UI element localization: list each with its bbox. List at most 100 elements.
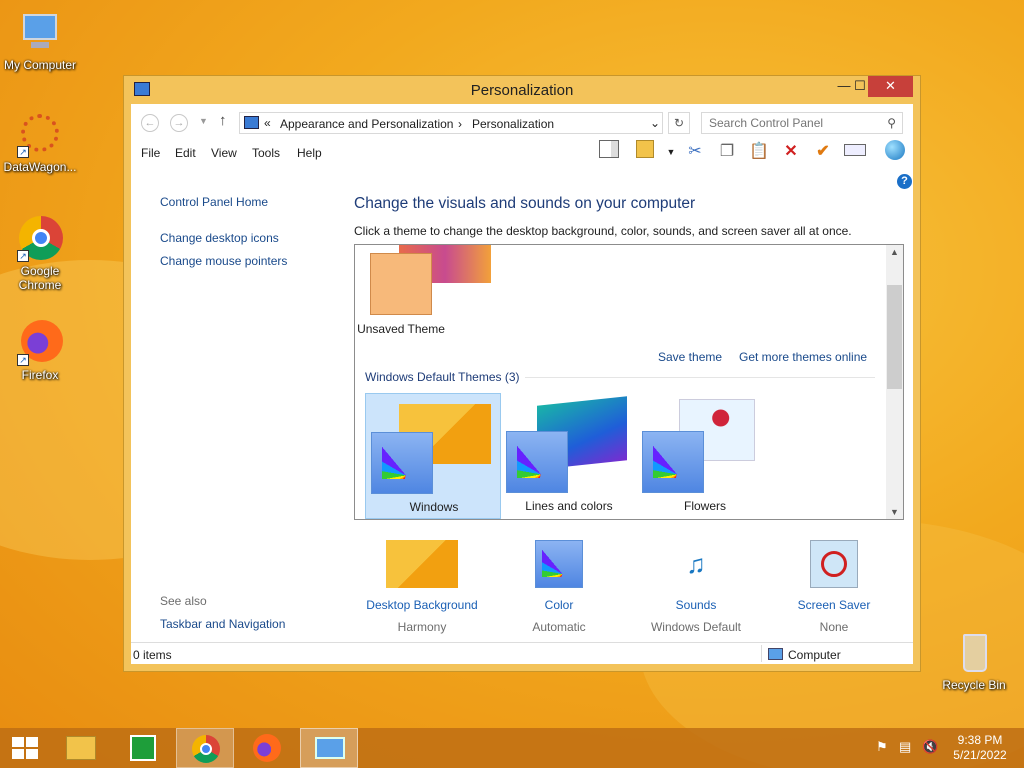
- theme-gallery: Unsaved Theme Save theme Get more themes…: [354, 244, 904, 520]
- setting-value: Harmony: [397, 620, 447, 634]
- screen-saver-setting[interactable]: Screen Saver None: [774, 540, 894, 634]
- clock[interactable]: 9:38 PM 5/21/2022: [950, 733, 1010, 763]
- up-icon[interactable]: ↑: [219, 112, 227, 129]
- globe-icon[interactable]: [883, 140, 907, 164]
- control-panel-home-link[interactable]: Control Panel Home: [160, 195, 268, 209]
- windows-logo-icon: [12, 737, 38, 759]
- address-dropdown-icon[interactable]: ⌄: [650, 116, 660, 130]
- forward-button[interactable]: →: [170, 114, 188, 132]
- theme-flowers[interactable]: Flowers: [637, 393, 773, 519]
- get-more-themes-link[interactable]: Get more themes online: [739, 350, 867, 364]
- back-button[interactable]: ←: [141, 114, 159, 132]
- control-panel-icon: [315, 737, 345, 759]
- firefox-icon: [253, 734, 281, 762]
- taskbar-firefox[interactable]: [238, 728, 296, 768]
- desktop-icon-my-computer[interactable]: My Computer: [0, 10, 80, 72]
- scroll-thumb[interactable]: [887, 285, 902, 389]
- network-icon[interactable]: ▤: [899, 739, 911, 755]
- recent-pages-icon[interactable]: ▼: [199, 116, 208, 126]
- desktop-icon-firefox[interactable]: ↗ Firefox: [0, 320, 80, 382]
- cut-icon[interactable]: ✂: [683, 140, 707, 164]
- clock-time: 9:38 PM: [957, 733, 1003, 747]
- properties-icon[interactable]: ✔: [811, 140, 835, 164]
- desktop-icon-recycle-bin[interactable]: Recycle Bin: [934, 630, 1014, 692]
- setting-value: Automatic: [532, 620, 586, 634]
- search-input[interactable]: [702, 113, 872, 133]
- store-icon: [130, 735, 156, 761]
- copy-icon[interactable]: ❐: [715, 140, 739, 164]
- theme-group-heading: Windows Default Themes (3): [365, 370, 520, 384]
- scroll-up-icon[interactable]: ▲: [890, 247, 899, 257]
- search-field[interactable]: ⚲: [701, 112, 903, 134]
- folder-icon[interactable]: [633, 140, 657, 164]
- breadcrumb-appearance[interactable]: Appearance and Personalization: [280, 117, 453, 131]
- scroll-down-icon[interactable]: ▼: [890, 507, 899, 517]
- menu-help[interactable]: Help: [297, 146, 322, 160]
- item-count: 0 items: [133, 648, 172, 662]
- desktop-icon-label: Google Chrome: [18, 264, 62, 292]
- datawagon-icon: ↗: [17, 112, 63, 158]
- rename-icon[interactable]: [843, 140, 867, 164]
- search-icon[interactable]: ⚲: [887, 116, 896, 130]
- address-toolbar: ← → ▼ ↑ « Appearance and Personalization…: [131, 104, 913, 140]
- window-title: Personalization: [470, 82, 574, 99]
- desktop-icon-chrome[interactable]: ↗ Google Chrome: [0, 216, 80, 292]
- desktop-background-setting[interactable]: Desktop Background Harmony: [362, 540, 482, 634]
- screen-saver-icon: [810, 540, 858, 588]
- see-also-heading: See also: [160, 594, 207, 608]
- taskbar-chrome[interactable]: [176, 728, 234, 768]
- menu-tools[interactable]: Tools: [252, 146, 280, 160]
- menu-edit[interactable]: Edit: [175, 146, 196, 160]
- status-divider: [761, 645, 762, 662]
- page-subtitle: Click a theme to change the desktop back…: [354, 224, 852, 238]
- volume-muted-icon[interactable]: 🔇: [922, 739, 938, 755]
- desktop-icon-label: My Computer: [3, 58, 77, 72]
- desktop-icon-datawagon[interactable]: ↗ DataWagon...: [0, 112, 80, 174]
- sounds-icon: ♫: [686, 549, 706, 579]
- close-button[interactable]: ✕: [868, 76, 913, 97]
- vertical-scrollbar[interactable]: ▲ ▼: [886, 245, 903, 519]
- personalization-window: Personalization — ☐ ✕ ← → ▼ ↑ « Appearan…: [123, 75, 921, 672]
- theme-lines-and-colors[interactable]: Lines and colors: [501, 393, 637, 519]
- refresh-icon[interactable]: ↻: [668, 112, 690, 134]
- start-button[interactable]: [0, 728, 58, 768]
- computer-icon: [17, 10, 63, 56]
- breadcrumb-personalization[interactable]: Personalization: [472, 117, 554, 131]
- clock-date: 5/21/2022: [953, 748, 1007, 762]
- action-center-icon[interactable]: ⚑: [876, 739, 888, 755]
- paste-icon[interactable]: 📋: [747, 140, 771, 164]
- theme-label: Windows: [409, 500, 459, 514]
- address-bar[interactable]: « Appearance and Personalization › Perso…: [239, 112, 663, 134]
- chrome-icon: ↗: [17, 216, 63, 262]
- delete-icon[interactable]: ✕: [779, 140, 803, 164]
- dropdown-arrow-icon[interactable]: ▼: [659, 140, 683, 164]
- sounds-setting[interactable]: ♫ Sounds Windows Default: [636, 540, 756, 634]
- taskbar-file-explorer[interactable]: [52, 728, 110, 768]
- title-bar[interactable]: Personalization — ☐ ✕: [124, 76, 920, 104]
- taskbar-navigation-link[interactable]: Taskbar and Navigation: [160, 617, 285, 631]
- change-mouse-pointers-link[interactable]: Change mouse pointers: [160, 254, 287, 268]
- recycle-bin-icon: [951, 630, 997, 676]
- menu-bar: File Edit View Tools Help ▼ ✂ ❐ 📋 ✕ ✔ ?: [131, 140, 913, 189]
- group-divider: [525, 377, 875, 378]
- theme-windows[interactable]: Windows: [365, 393, 501, 519]
- desktop-icon-label: DataWagon...: [3, 160, 77, 174]
- menu-file[interactable]: File: [141, 146, 160, 160]
- change-desktop-icons-link[interactable]: Change desktop icons: [160, 231, 279, 245]
- desktop-icon-label: Recycle Bin: [942, 678, 1006, 692]
- taskbar: ⚑ ▤ 🔇 9:38 PM 5/21/2022: [0, 728, 1024, 768]
- color-palette-icon: [371, 432, 433, 494]
- color-setting[interactable]: Color Automatic: [499, 540, 619, 634]
- save-theme-link[interactable]: Save theme: [658, 350, 722, 364]
- taskbar-store[interactable]: [114, 728, 172, 768]
- unsaved-theme-swatch[interactable]: [370, 253, 432, 315]
- setting-value: None: [819, 620, 849, 634]
- help-icon[interactable]: ?: [897, 174, 912, 189]
- color-palette-icon: [642, 431, 704, 493]
- menu-view[interactable]: View: [211, 146, 237, 160]
- status-location: Computer: [788, 648, 841, 662]
- taskbar-control-panel[interactable]: [300, 728, 358, 768]
- preview-pane-icon[interactable]: [597, 140, 621, 164]
- unsaved-theme-label: Unsaved Theme: [357, 322, 445, 336]
- shortcut-arrow-icon: ↗: [17, 146, 29, 158]
